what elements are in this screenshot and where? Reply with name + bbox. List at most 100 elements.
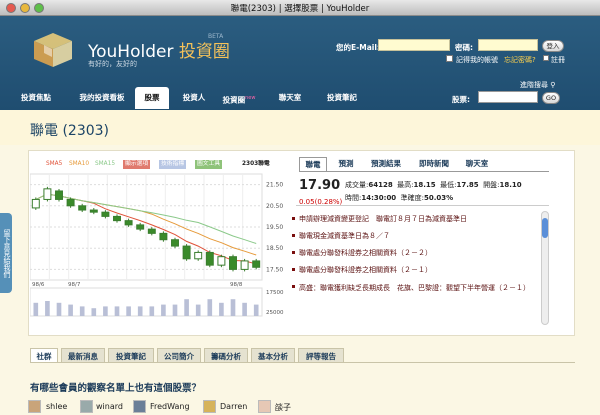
y-tick-label: 17.50	[266, 266, 283, 273]
quote-tab-forecast-results[interactable]: 預測結果	[365, 157, 407, 171]
nav-tab-dashboard[interactable]: 我的投資看板	[72, 87, 132, 109]
email-field[interactable]	[378, 39, 450, 51]
volume-bar	[68, 304, 73, 316]
password-field[interactable]	[478, 39, 538, 51]
news-scrollbar[interactable]	[541, 211, 549, 325]
stock-search-go-button[interactable]: GO	[542, 92, 560, 104]
bottom-tab-fundamental[interactable]: 基本分析	[251, 348, 295, 363]
avatar[interactable]	[28, 400, 41, 413]
remember-checkbox[interactable]	[446, 55, 453, 62]
nav-tab-stocks[interactable]: 股票	[135, 87, 169, 109]
avatar[interactable]	[203, 400, 216, 413]
volume-area	[30, 287, 263, 317]
logo-cube-icon[interactable]	[30, 31, 76, 69]
volume-bar	[161, 304, 166, 316]
avatar[interactable]	[133, 400, 146, 413]
volume-bar	[172, 304, 178, 316]
candle	[217, 256, 226, 266]
page-title: 聯電 (2303)	[30, 123, 110, 139]
user-name[interactable]: winard	[96, 402, 123, 411]
candle	[252, 260, 261, 268]
feedback-tab[interactable]: 留下意見給我們	[0, 213, 12, 293]
logo-suffix: 投資圈	[178, 42, 230, 62]
bottom-tab-company[interactable]: 公司簡介	[157, 348, 201, 363]
volume-bar	[207, 299, 213, 316]
register-link[interactable]: 註冊	[551, 55, 565, 65]
candle	[240, 260, 249, 270]
volume-bar	[91, 308, 97, 316]
candle	[78, 205, 87, 211]
x-tick-label: 98/6	[32, 282, 45, 288]
price-chart[interactable]: 21.50 20.50 19.50 18.50 17.50 17500 25000 98/6 9…	[30, 168, 290, 320]
user-name[interactable]: FredWang	[150, 402, 190, 411]
stock-search-label: 股票:	[452, 95, 470, 104]
nav-tab-chatroom[interactable]: 聯天室	[273, 87, 307, 109]
quote-stats: 成交量:64128 最高:18.15 最低:17.85 開盤:18.10	[345, 181, 522, 189]
news-item[interactable]: 聯電處分聯發科證券之相關資料（２－１）	[292, 265, 432, 275]
forgot-password-link[interactable]: 忘記密碼?	[504, 55, 536, 65]
candle	[159, 232, 168, 241]
volume-bar	[195, 304, 201, 316]
x-tick-label: 98/7	[68, 282, 81, 288]
news-item[interactable]: 申請辦理減資變更登記 聯電訂８月７日為減資基準日	[292, 214, 467, 224]
candle	[136, 224, 145, 230]
password-label: 密碼:	[455, 43, 473, 52]
volume-bar	[56, 302, 62, 316]
news-item[interactable]: 聯電處分聯發科證券之相關資料（２－２）	[292, 248, 432, 258]
nav-tab-focus[interactable]: 投資焦點	[14, 87, 58, 109]
new-badge: new	[245, 95, 256, 101]
beta-badge: BETA	[208, 33, 224, 40]
bottom-tab-chips[interactable]: 籌碼分析	[204, 348, 248, 363]
user-name[interactable]: 燄子	[275, 402, 291, 413]
candle	[55, 190, 63, 200]
volume-tick-label: 25000	[266, 310, 284, 316]
current-price: 17.90	[299, 178, 341, 193]
candle	[171, 239, 179, 247]
user-name[interactable]: Darren	[220, 402, 247, 411]
watchlist-heading: 有哪些會員的觀察名單上也有這個股票？	[30, 383, 202, 394]
open-value: 18.10	[499, 181, 522, 189]
bottom-tab-community[interactable]: 社群	[30, 348, 58, 363]
volume-bar	[103, 306, 108, 316]
y-tick-label: 21.50	[266, 182, 283, 189]
quote-tab-stock[interactable]: 聯電	[299, 157, 327, 171]
bottom-tab-notes[interactable]: 投資筆記	[108, 348, 154, 363]
advanced-search-link[interactable]: 進階搜尋 ⚲	[520, 80, 555, 90]
scrollbar-thumb[interactable]	[542, 218, 548, 238]
avatar[interactable]	[258, 400, 271, 413]
candle	[101, 211, 110, 217]
candle	[66, 198, 75, 207]
volume-bar	[242, 302, 247, 316]
quote-tab-chat[interactable]: 聊天室	[461, 157, 493, 171]
browser-window: 聯電(2303) | 選擇股票 | YouHolder YouHolder 投資…	[0, 0, 600, 415]
volume-bar	[45, 301, 50, 316]
window-title: 聯電(2303) | 選擇股票 | YouHolder	[230, 4, 370, 14]
login-button[interactable]: 登入	[542, 40, 564, 52]
y-tick-label: 20.50	[266, 203, 283, 210]
avatar[interactable]	[80, 400, 93, 413]
volume-bar	[137, 306, 143, 316]
news-item[interactable]: 聯電現金減資基準日為８／７	[292, 231, 390, 241]
bottom-tab-latest-news[interactable]: 最新消息	[61, 348, 105, 363]
nav-tab-notes[interactable]: 投資筆記	[318, 87, 366, 109]
y-tick-label: 18.50	[266, 245, 283, 252]
bottom-tab-rating[interactable]: 評等報告	[298, 348, 344, 363]
nav-tab-circle[interactable]: 投資圈new	[216, 87, 262, 109]
candle	[147, 228, 156, 234]
tab-divider	[299, 171, 549, 172]
volume-value: 64128	[368, 181, 393, 189]
candle	[89, 209, 98, 213]
title-bar: 聯電(2303) | 選擇股票 | YouHolder	[0, 0, 600, 16]
quote-tab-news[interactable]: 即時新聞	[413, 157, 455, 171]
nav-tab-investors[interactable]: 投資人	[177, 87, 211, 109]
news-item[interactable]: 高盛：聯電獲利缺乏長期成長 花旗、巴黎證：觀望下半年營運（２－１）	[292, 282, 537, 294]
volume-bar	[230, 299, 236, 316]
stock-search-input[interactable]	[478, 91, 538, 103]
user-name[interactable]: shlee	[46, 402, 67, 411]
email-label: 您的E-Mail:	[336, 43, 380, 52]
candle	[124, 220, 133, 226]
quote-time-row: 時間:14:30:00 準確度:50.03%	[345, 194, 454, 202]
accuracy-value: 50.03%	[424, 194, 454, 202]
register-checkbox[interactable]	[543, 55, 549, 61]
quote-tab-forecast[interactable]: 預測	[333, 157, 359, 171]
